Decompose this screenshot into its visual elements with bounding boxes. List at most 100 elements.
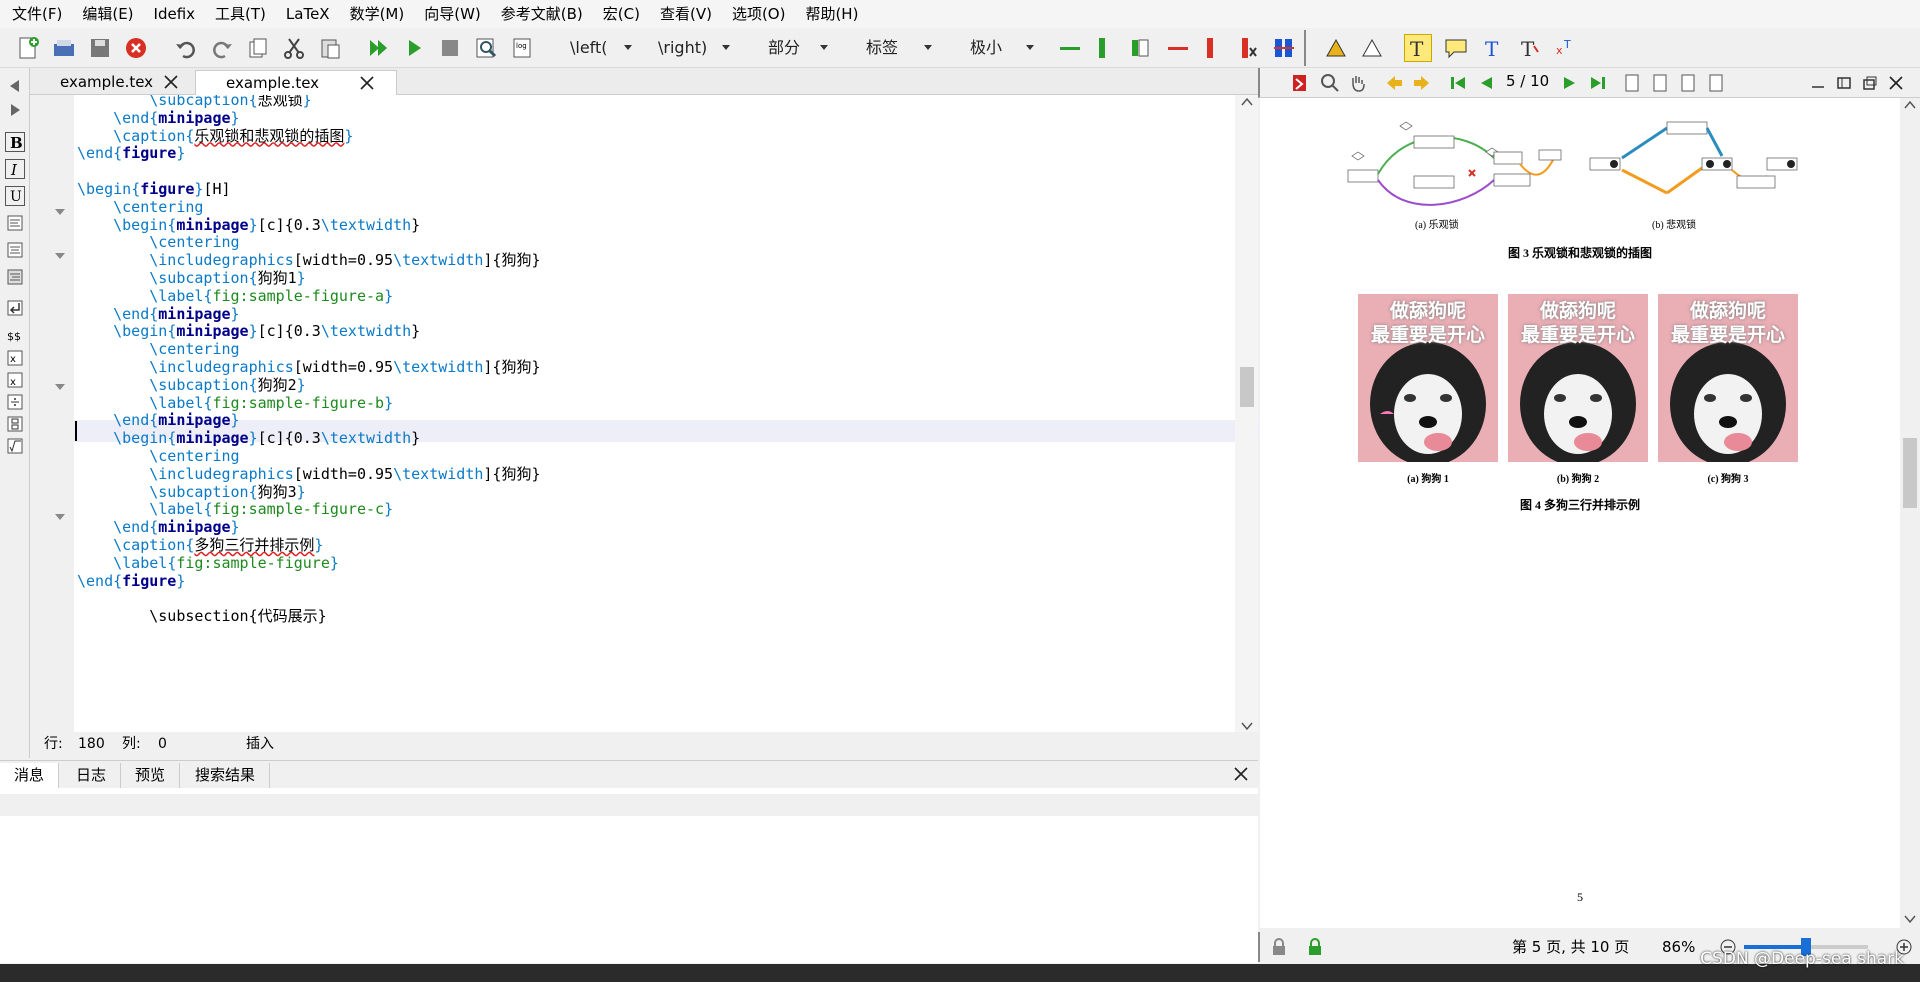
paste-icon[interactable] [316, 34, 344, 62]
menu-tools[interactable]: 工具(T) [205, 0, 276, 28]
fold-arrow-icon[interactable] [55, 253, 65, 259]
compile-icon[interactable] [400, 34, 428, 62]
hand-tool-icon[interactable] [1344, 69, 1372, 97]
scroll-down-icon[interactable] [1241, 721, 1253, 731]
menu-view[interactable]: 查看(V) [650, 0, 722, 28]
menu-file[interactable]: 文件(F) [2, 0, 72, 28]
stop-icon[interactable] [436, 34, 464, 62]
zoom-search-icon[interactable] [1316, 69, 1344, 97]
zoom-level[interactable]: 86% [1662, 932, 1695, 962]
italic-icon[interactable]: I [5, 159, 25, 179]
cut-icon[interactable] [280, 34, 308, 62]
pdf-page[interactable]: (a) 乐观锁 (b) 悲观锁 图 3 乐观锁和悲观锁的插图 做舔狗呢 最重要是… [1260, 98, 1900, 928]
close-icon[interactable] [1233, 766, 1249, 782]
menu-latex[interactable]: LaTeX [276, 0, 340, 28]
next-page-icon[interactable] [1556, 69, 1584, 97]
table-insert-col-icon[interactable] [1088, 34, 1116, 62]
table-col-icon[interactable] [1126, 34, 1154, 62]
history-forward-icon[interactable] [1408, 69, 1436, 97]
view-pdf-icon[interactable] [472, 34, 500, 62]
menu-macros[interactable]: 宏(C) [593, 0, 650, 28]
open-file-icon[interactable] [50, 34, 78, 62]
save-icon[interactable] [86, 34, 114, 62]
tab-preview[interactable]: 预览 [121, 763, 181, 789]
prev-page-icon[interactable] [1472, 69, 1500, 97]
comment-icon[interactable] [1442, 34, 1470, 62]
tab-search-results[interactable]: 搜索结果 [181, 763, 271, 789]
scrollbar-thumb[interactable] [1903, 438, 1917, 508]
pdf-sync-icon[interactable] [1286, 69, 1314, 97]
scroll-up-icon[interactable] [1241, 97, 1253, 107]
text-superscript-icon[interactable]: xT [1550, 34, 1578, 62]
tab-example-tex-1[interactable]: example.tex [30, 70, 195, 95]
dock-icon[interactable] [1830, 69, 1858, 97]
code-area[interactable]: \subcaption{悲观锁} \end{minipage} \caption… [74, 95, 1266, 725]
label-select[interactable]: 标签 [866, 35, 932, 61]
bookmark-up-icon[interactable] [1322, 34, 1350, 62]
table-insert-row-icon[interactable] [1056, 34, 1084, 62]
code-line[interactable]: \subsection{代码展示} [77, 605, 326, 627]
code-editor[interactable]: \subcaption{悲观锁} \end{minipage} \caption… [30, 95, 1264, 735]
tab-example-tex-2[interactable]: example.tex [195, 70, 397, 95]
fold-arrow-icon[interactable] [55, 209, 65, 215]
menu-math[interactable]: 数学(M) [340, 0, 415, 28]
scroll-down-icon[interactable] [1904, 914, 1916, 924]
left-delimiter-select[interactable]: \left( [570, 35, 632, 61]
scroll-up-icon[interactable] [1904, 100, 1916, 110]
close-icon[interactable] [1882, 69, 1910, 97]
build-and-view-icon[interactable] [364, 34, 392, 62]
underline-icon[interactable]: U [5, 186, 25, 206]
sqrt-icon[interactable] [5, 436, 25, 456]
code-line[interactable]: \end{figure} [77, 142, 185, 164]
section-select[interactable]: 部分 [768, 35, 828, 61]
tab-messages[interactable]: 消息 [0, 763, 60, 789]
code-line[interactable]: \end{figure} [77, 570, 185, 592]
page-indicator[interactable]: 5 / 10 [1506, 72, 1549, 90]
text-strike-icon[interactable]: T [1514, 34, 1542, 62]
fit-width-icon[interactable] [1618, 69, 1646, 97]
nav-forward-icon[interactable] [5, 100, 25, 120]
bold-icon[interactable]: B [5, 132, 25, 152]
table-remove-icon[interactable] [1234, 34, 1262, 62]
continuous-icon[interactable] [1674, 69, 1702, 97]
minimize-icon[interactable] [1804, 69, 1832, 97]
lock-icon[interactable] [1270, 938, 1288, 956]
menu-options[interactable]: 选项(O) [722, 0, 796, 28]
math-inline-icon[interactable]: $$ [5, 326, 25, 346]
text-format-icon[interactable]: T [1404, 34, 1432, 62]
dfrac-icon[interactable] [5, 414, 25, 434]
close-document-icon[interactable] [122, 34, 150, 62]
restore-icon[interactable] [1856, 69, 1884, 97]
bookmark-down-icon[interactable] [1358, 34, 1386, 62]
menu-bibliography[interactable]: 参考文献(B) [491, 0, 593, 28]
first-page-icon[interactable] [1444, 69, 1472, 97]
history-back-icon[interactable] [1380, 69, 1408, 97]
align-left-icon[interactable] [5, 213, 25, 233]
editor-scrollbar[interactable] [1235, 95, 1258, 735]
close-icon[interactable] [359, 75, 375, 91]
right-delimiter-select[interactable]: \right) [658, 35, 730, 61]
grid-icon[interactable] [1702, 69, 1730, 97]
align-right-icon[interactable] [5, 267, 25, 287]
menu-idefix[interactable]: Idefix [144, 0, 206, 28]
fit-page-icon[interactable] [1646, 69, 1674, 97]
copy-icon[interactable] [244, 34, 272, 62]
table-delete-col-icon[interactable] [1196, 34, 1224, 62]
menu-help[interactable]: 帮助(H) [795, 0, 868, 28]
table-delete-row-icon[interactable] [1164, 34, 1192, 62]
new-file-icon[interactable] [14, 34, 42, 62]
close-icon[interactable] [163, 74, 179, 90]
align-center-icon[interactable] [5, 240, 25, 260]
table-align-icon[interactable] [1270, 34, 1298, 62]
undo-icon[interactable] [172, 34, 200, 62]
nav-back-icon[interactable] [5, 76, 25, 96]
menu-wizards[interactable]: 向导(W) [414, 0, 491, 28]
view-log-icon[interactable]: log [508, 34, 536, 62]
fold-arrow-icon[interactable] [55, 384, 65, 390]
pdf-scrollbar[interactable] [1900, 98, 1920, 928]
text-blue-icon[interactable]: T [1478, 34, 1506, 62]
font-size-select[interactable]: 极小 [970, 35, 1034, 61]
scrollbar-thumb[interactable] [1240, 367, 1254, 407]
last-page-icon[interactable] [1584, 69, 1612, 97]
superscript-icon[interactable]: x [5, 370, 25, 390]
